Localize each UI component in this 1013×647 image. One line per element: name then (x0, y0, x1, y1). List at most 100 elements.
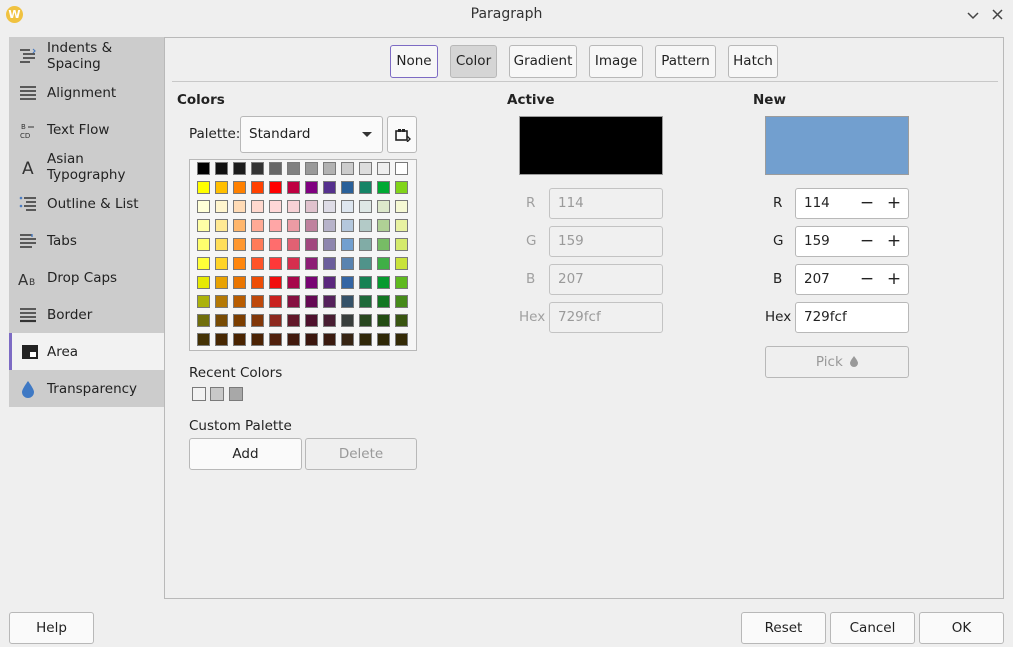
palette-swatch[interactable] (251, 200, 264, 213)
palette-swatch[interactable] (233, 219, 246, 232)
fill-image-button[interactable]: Image (589, 45, 643, 78)
plus-icon[interactable]: + (883, 189, 905, 218)
delete-color-button[interactable]: Delete (305, 438, 417, 470)
palette-swatch[interactable] (341, 181, 354, 194)
palette-swatch[interactable] (251, 333, 264, 346)
palette-swatch[interactable] (197, 314, 210, 327)
palette-swatch[interactable] (341, 276, 354, 289)
palette-swatch[interactable] (197, 238, 210, 251)
palette-swatch[interactable] (341, 200, 354, 213)
palette-swatch[interactable] (287, 200, 300, 213)
palette-swatch[interactable] (269, 257, 282, 270)
palette-swatch[interactable] (323, 219, 336, 232)
palette-swatch[interactable] (359, 238, 372, 251)
palette-swatch[interactable] (287, 314, 300, 327)
add-color-button[interactable]: Add (189, 438, 302, 470)
palette-swatch[interactable] (215, 295, 228, 308)
palette-swatch[interactable] (269, 314, 282, 327)
palette-swatch[interactable] (233, 162, 246, 175)
palette-swatch[interactable] (359, 314, 372, 327)
ok-button[interactable]: OK (919, 612, 1004, 644)
palette-swatch[interactable] (323, 333, 336, 346)
palette-swatch[interactable] (395, 181, 408, 194)
fill-pattern-button[interactable]: Pattern (655, 45, 716, 78)
fill-none-button[interactable]: None (390, 45, 438, 78)
palette-swatch[interactable] (215, 162, 228, 175)
palette-swatch[interactable] (287, 257, 300, 270)
palette-swatch[interactable] (269, 219, 282, 232)
palette-swatch[interactable] (251, 162, 264, 175)
palette-swatch[interactable] (395, 333, 408, 346)
palette-swatch[interactable] (341, 295, 354, 308)
palette-swatch[interactable] (359, 200, 372, 213)
palette-swatch[interactable] (233, 295, 246, 308)
palette-swatch[interactable] (215, 314, 228, 327)
sidebar-item-asian-typography[interactable]: A Asian Typography (9, 148, 165, 185)
palette-swatch[interactable] (251, 276, 264, 289)
palette-swatch[interactable] (359, 257, 372, 270)
palette-swatch[interactable] (233, 276, 246, 289)
palette-swatch[interactable] (269, 276, 282, 289)
palette-swatch[interactable] (323, 257, 336, 270)
plus-icon[interactable]: + (883, 265, 905, 294)
sidebar-item-alignment[interactable]: Alignment (9, 74, 165, 111)
palette-swatch[interactable] (323, 200, 336, 213)
new-b-spinbox[interactable]: 207 − + (795, 264, 909, 295)
palette-swatch[interactable] (305, 162, 318, 175)
palette-swatch[interactable] (377, 333, 390, 346)
palette-swatch[interactable] (341, 238, 354, 251)
sidebar-item-border[interactable]: Border (9, 296, 165, 333)
palette-swatch[interactable] (395, 200, 408, 213)
palette-swatch[interactable] (395, 276, 408, 289)
palette-swatch[interactable] (377, 314, 390, 327)
fill-hatch-button[interactable]: Hatch (728, 45, 778, 78)
palette-swatch[interactable] (377, 238, 390, 251)
palette-swatch[interactable] (233, 257, 246, 270)
palette-swatch[interactable] (197, 333, 210, 346)
palette-swatch[interactable] (377, 295, 390, 308)
palette-swatch[interactable] (305, 295, 318, 308)
palette-swatch[interactable] (323, 314, 336, 327)
palette-swatch[interactable] (359, 333, 372, 346)
palette-swatch[interactable] (305, 257, 318, 270)
palette-swatch[interactable] (233, 333, 246, 346)
palette-swatch[interactable] (233, 181, 246, 194)
new-b-value[interactable]: 207 (804, 265, 830, 294)
minus-icon[interactable]: − (856, 265, 878, 294)
sidebar-item-tabs[interactable]: Tabs (9, 222, 165, 259)
sidebar-item-transparency[interactable]: Transparency (9, 370, 165, 407)
palette-swatch[interactable] (305, 238, 318, 251)
palette-swatch[interactable] (233, 314, 246, 327)
palette-swatch[interactable] (215, 257, 228, 270)
palette-swatch[interactable] (341, 257, 354, 270)
sidebar-item-drop-caps[interactable]: AB Drop Caps (9, 259, 165, 296)
palette-swatch[interactable] (197, 257, 210, 270)
palette-swatch[interactable] (287, 238, 300, 251)
recent-color-swatch[interactable] (229, 387, 243, 401)
palette-swatch[interactable] (287, 162, 300, 175)
new-g-value[interactable]: 159 (804, 227, 830, 256)
sidebar-item-text-flow[interactable]: B CD Text Flow (9, 111, 165, 148)
palette-swatch[interactable] (359, 295, 372, 308)
palette-swatch[interactable] (287, 181, 300, 194)
palette-swatch[interactable] (377, 162, 390, 175)
palette-swatch[interactable] (287, 295, 300, 308)
fill-gradient-button[interactable]: Gradient (509, 45, 577, 78)
palette-swatch[interactable] (215, 200, 228, 213)
palette-swatch[interactable] (251, 181, 264, 194)
palette-swatch[interactable] (251, 257, 264, 270)
palette-swatch[interactable] (395, 219, 408, 232)
palette-swatch[interactable] (395, 314, 408, 327)
palette-swatch[interactable] (377, 276, 390, 289)
palette-swatch[interactable] (197, 295, 210, 308)
palette-swatch[interactable] (197, 200, 210, 213)
help-button[interactable]: Help (9, 612, 94, 644)
palette-swatch[interactable] (197, 162, 210, 175)
palette-swatch[interactable] (197, 276, 210, 289)
new-g-spinbox[interactable]: 159 − + (795, 226, 909, 257)
palette-swatch[interactable] (233, 200, 246, 213)
palette-swatch[interactable] (323, 238, 336, 251)
sidebar-item-indents-spacing[interactable]: Indents & Spacing (9, 37, 165, 74)
palette-swatch[interactable] (341, 219, 354, 232)
palette-swatch[interactable] (215, 333, 228, 346)
